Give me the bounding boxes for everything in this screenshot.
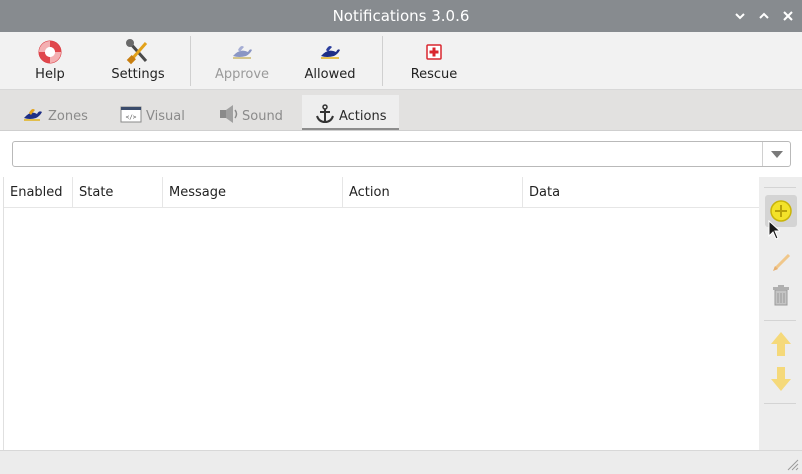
chevron-down-icon <box>735 13 745 20</box>
tab-actions[interactable]: Actions <box>302 95 399 130</box>
minimize-button[interactable] <box>732 8 748 24</box>
help-label: Help <box>35 67 65 82</box>
delete-action-button[interactable] <box>765 279 797 311</box>
column-header-data[interactable]: Data <box>523 177 760 208</box>
move-up-button[interactable] <box>765 328 797 360</box>
settings-label: Settings <box>111 67 165 82</box>
action-buttons-panel <box>759 177 802 451</box>
column-header-state[interactable]: State <box>73 177 163 208</box>
duck-icon <box>321 46 340 59</box>
settings-button[interactable]: Settings <box>96 32 180 90</box>
tab-sound[interactable]: Sound <box>210 95 296 130</box>
tools-icon <box>126 39 148 65</box>
duck-icon <box>233 46 252 59</box>
mouse-cursor-icon <box>768 220 780 240</box>
speaker-icon <box>220 105 238 123</box>
tab-visual-label: Visual <box>146 109 185 124</box>
move-down-button[interactable] <box>765 363 797 395</box>
help-button[interactable]: Help <box>8 32 92 90</box>
actions-table: Enabled State Message Action Data <box>3 177 760 451</box>
approve-button[interactable]: Approve <box>200 32 284 90</box>
divider <box>764 320 796 321</box>
column-header-action[interactable]: Action <box>343 177 523 208</box>
divider <box>764 403 796 404</box>
rescue-button[interactable]: Rescue <box>392 32 476 90</box>
window-title: Notifications 3.0.6 <box>332 7 470 25</box>
duck-icon <box>24 109 42 121</box>
allowed-button[interactable]: Allowed <box>288 32 372 90</box>
tab-zones[interactable]: Zones <box>14 95 100 130</box>
edit-action-button[interactable] <box>765 245 797 277</box>
title-bar: Notifications 3.0.6 <box>0 0 802 32</box>
approve-label: Approve <box>214 67 270 82</box>
column-header-enabled[interactable]: Enabled <box>4 177 73 208</box>
maximize-button[interactable] <box>756 8 772 24</box>
lifebuoy-icon <box>38 40 62 64</box>
tab-visual[interactable]: </> Visual <box>112 95 198 130</box>
anchor-icon <box>316 104 334 124</box>
tab-zones-label: Zones <box>48 109 88 124</box>
close-icon <box>783 11 793 21</box>
filter-combobox[interactable] <box>12 141 791 167</box>
trash-icon <box>773 285 789 306</box>
status-bar <box>0 450 802 474</box>
actions-panel: Enabled State Message Action Data <box>0 131 802 474</box>
chevron-up-icon <box>759 12 769 19</box>
close-button[interactable] <box>780 8 796 24</box>
divider <box>764 187 796 188</box>
first-aid-icon <box>426 44 442 60</box>
arrow-down-icon <box>771 367 791 391</box>
toolbar: Help Settings Approve Allowed Rescue <box>0 32 802 90</box>
code-window-icon: </> <box>120 106 142 123</box>
resize-grip-icon[interactable] <box>785 457 799 471</box>
tab-actions-label: Actions <box>339 109 387 124</box>
table-header: Enabled State Message Action Data <box>4 177 760 208</box>
pencil-icon <box>773 253 791 271</box>
tab-bar: Zones </> Visual Sound Actions <box>0 90 802 131</box>
combobox-dropdown-button[interactable] <box>762 142 790 166</box>
column-header-message[interactable]: Message <box>163 177 343 208</box>
toolbar-divider <box>382 36 383 86</box>
tab-sound-label: Sound <box>242 109 283 124</box>
svg-text:</>: </> <box>126 114 137 121</box>
toolbar-divider <box>190 36 191 86</box>
rescue-label: Rescue <box>410 67 458 82</box>
allowed-label: Allowed <box>304 67 356 82</box>
arrow-up-icon <box>771 332 791 356</box>
